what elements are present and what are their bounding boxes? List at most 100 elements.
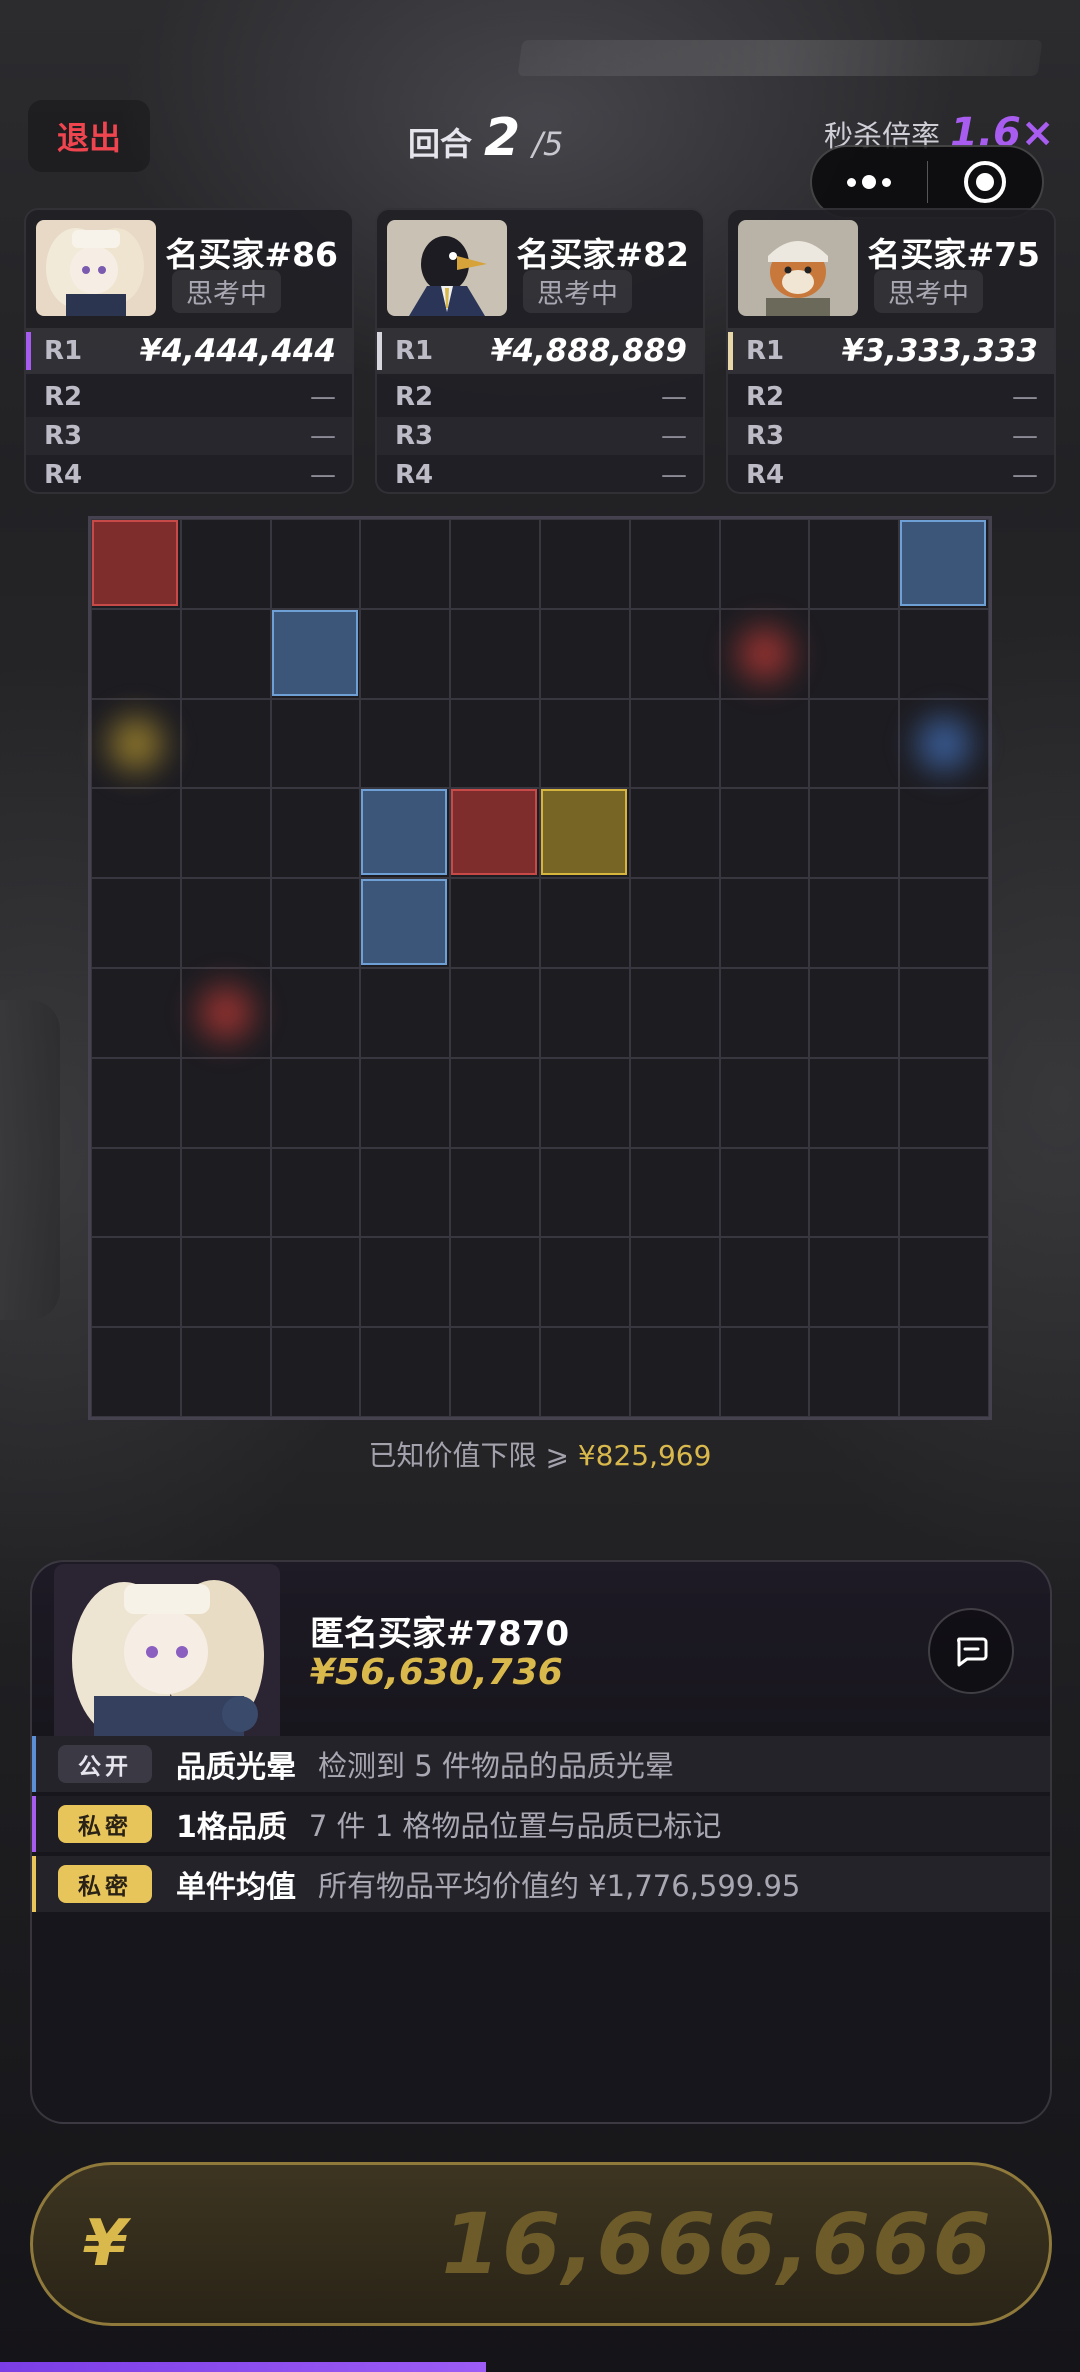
grid-cell xyxy=(180,1327,271,1417)
quality-halo xyxy=(90,698,181,789)
round-total: /5 xyxy=(532,125,564,163)
grid-cell xyxy=(540,968,630,1058)
grid-cell xyxy=(540,1327,630,1417)
bid-row: R2 — xyxy=(728,378,1054,416)
intel-title: 单件均值 xyxy=(176,1870,296,1905)
grid-cell xyxy=(540,1057,630,1148)
round-name: R2 xyxy=(44,382,83,412)
bid-value: — xyxy=(310,382,336,412)
known-value-amount: ¥825,969 xyxy=(577,1439,712,1472)
bid-row: R2 — xyxy=(26,378,352,416)
grid-item xyxy=(271,609,358,696)
bid-row: R3 — xyxy=(728,417,1054,455)
grid-cell xyxy=(809,1147,900,1238)
intel-description: 所有物品平均价值约 ¥1,776,599.95 xyxy=(318,1869,801,1903)
exit-button[interactable]: 退出 xyxy=(28,100,150,172)
grid-cell xyxy=(629,1057,720,1148)
chat-button[interactable] xyxy=(928,1608,1014,1694)
round-timer-bar xyxy=(0,2362,486,2372)
grid-cell xyxy=(270,968,361,1058)
bid-currency: ¥ xyxy=(83,2207,128,2281)
quality-halo xyxy=(719,608,810,699)
grid-cell xyxy=(450,519,540,609)
buyer-status: 思考中 xyxy=(523,270,632,313)
grid-cell xyxy=(360,608,451,699)
grid-cell xyxy=(719,519,810,609)
bid-row: R4 — xyxy=(728,456,1054,492)
grid-cell xyxy=(629,968,720,1058)
buyer-status: 思考中 xyxy=(874,270,983,313)
buyer-name: 名买家#82 xyxy=(516,235,689,274)
grid-cell xyxy=(719,788,810,879)
intel-row: 公开 品质光晕 检测到 5 件物品的品质光晕 xyxy=(32,1736,1050,1792)
grid-cell xyxy=(899,1147,989,1238)
bid-amount-input[interactable]: ¥ 16,666,666 xyxy=(30,2162,1052,2326)
grid-cell xyxy=(540,698,630,789)
grid-cell xyxy=(540,878,630,968)
ceiling-light xyxy=(517,40,1043,76)
grid-cell xyxy=(180,1057,271,1148)
grid-cell xyxy=(270,698,361,789)
grid-item xyxy=(900,520,987,606)
grid-cell xyxy=(270,1237,361,1328)
grid-cell xyxy=(91,1327,181,1417)
bid-value: ¥4,444,444 xyxy=(139,333,336,369)
quality-halo xyxy=(180,967,271,1058)
round-name: R1 xyxy=(44,336,83,366)
buyer-avatar xyxy=(36,220,156,316)
round-name: R2 xyxy=(746,382,785,412)
grid-cell xyxy=(360,1327,451,1417)
grid-cell xyxy=(91,1057,181,1148)
grid-cell xyxy=(450,1237,540,1328)
grid-cell xyxy=(629,519,720,609)
grid-item xyxy=(361,789,448,876)
grid-cell xyxy=(899,1057,989,1148)
intel-row: 私密 单件均值 所有物品平均价值约 ¥1,776,599.95 xyxy=(32,1856,1050,1912)
player-avatar xyxy=(54,1564,280,1736)
grid-cell xyxy=(719,1147,810,1238)
grid-cell xyxy=(809,698,900,789)
grid-cell xyxy=(899,878,989,968)
grid-item xyxy=(541,789,627,876)
intel-description: 7 件 1 格物品位置与品质已标记 xyxy=(308,1809,722,1843)
buyer-card: 名买家#86 思考中 R1 ¥4,444,444 R2 — R3 — R4 — xyxy=(24,208,354,494)
grid-cell xyxy=(450,1327,540,1417)
bid-value: — xyxy=(661,460,687,490)
buyer-card: 名买家#82 思考中 R1 ¥4,888,889 R2 — R3 — R4 — xyxy=(375,208,705,494)
more-menu-button[interactable] xyxy=(812,147,927,217)
grid-cell xyxy=(450,1147,540,1238)
grid-cell xyxy=(540,1237,630,1328)
grid-cell xyxy=(450,878,540,968)
grid-cell xyxy=(360,1237,451,1328)
grid-cell xyxy=(360,968,451,1058)
round-name: R3 xyxy=(746,421,785,451)
grid-cell xyxy=(360,519,451,609)
grid-cell xyxy=(270,1057,361,1148)
grid-cell xyxy=(899,788,989,879)
grid-cell xyxy=(629,1237,720,1328)
grid-cell xyxy=(540,1147,630,1238)
buyer-avatar xyxy=(387,220,507,316)
bid-row: R1 ¥4,444,444 xyxy=(26,328,352,374)
close-miniprogram-button[interactable] xyxy=(928,147,1043,217)
buyer-name: 名买家#86 xyxy=(165,235,338,274)
grid-cell xyxy=(899,1237,989,1328)
intel-tag: 公开 xyxy=(58,1745,152,1783)
grid-cell xyxy=(809,878,900,968)
grid-item xyxy=(92,520,178,606)
buyer-status: 思考中 xyxy=(172,270,281,313)
grid-cell xyxy=(180,878,271,968)
round-name: R2 xyxy=(395,382,434,412)
warehouse-grid xyxy=(88,516,992,1420)
intel-tag: 私密 xyxy=(58,1805,152,1843)
bid-value: — xyxy=(661,382,687,412)
grid-cell xyxy=(450,968,540,1058)
chat-bubble-icon xyxy=(957,1637,988,1667)
bid-value: — xyxy=(1012,382,1038,412)
grid-cell xyxy=(270,1327,361,1417)
grid-cell xyxy=(629,698,720,789)
grid-cell xyxy=(719,1327,810,1417)
grid-cell xyxy=(91,1147,181,1238)
grid-cell xyxy=(719,878,810,968)
intel-title: 品质光晕 xyxy=(176,1750,296,1785)
